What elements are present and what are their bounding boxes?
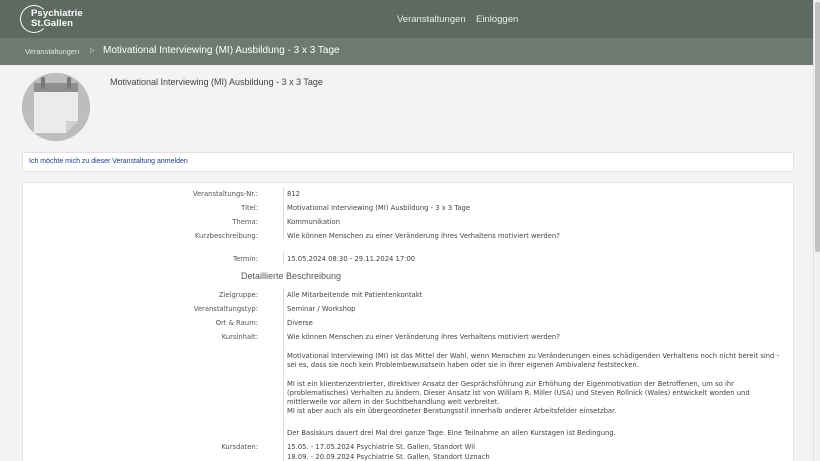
divider <box>283 187 284 239</box>
label-ort-raum: Ort & Raum: <box>215 319 258 327</box>
register-box: Ich möchte mich zu dieser Veranstaltung … <box>22 152 794 172</box>
breadcrumb: Veranstaltungen ▷ Motivational Interview… <box>0 38 813 65</box>
nav-einloggen[interactable]: Einloggen <box>476 14 518 25</box>
value-zielgruppe: Alle Mitarbeitende mit Patientenkontakt <box>287 291 423 299</box>
label-zielgruppe: Zielgruppe: <box>218 291 258 299</box>
event-title: Motivational Interviewing (MI) Ausbildun… <box>110 77 323 87</box>
nav-veranstaltungen[interactable]: Veranstaltungen <box>397 14 466 25</box>
breadcrumb-separator-icon: ▷ <box>90 47 95 54</box>
value-thema: Kommunikation <box>287 218 341 226</box>
kursdaten-item: 15.05. - 17.05.2024 Psychiatrie St. Gall… <box>287 443 476 451</box>
value-kursinhalt-paragraph: MI ist aber auch als ein übergeordneter … <box>287 407 617 415</box>
value-ort-raum: Diverse <box>287 319 313 327</box>
label-thema: Thema: <box>232 218 258 226</box>
breadcrumb-link-veranstaltungen[interactable]: Veranstaltungen <box>25 47 79 56</box>
logo-line-2: St.Gallen <box>31 18 74 29</box>
value-veranstaltungstyp: Seminar / Workshop <box>287 305 356 313</box>
value-titel: Motivational Interviewing (MI) Ausbildun… <box>287 204 471 212</box>
psychiatrie-logo[interactable]: Psychiatrie St.Gallen <box>20 5 83 35</box>
breadcrumb-current: Motivational Interviewing (MI) Ausbildun… <box>103 45 340 56</box>
value-termin: 15.05.2024 08:30 - 29.11.2024 17:00 <box>287 255 416 263</box>
label-kurzbeschreibung: Kurzbeschreibung: <box>194 232 258 240</box>
value-veranstaltungs-nr: 812 <box>287 190 300 198</box>
value-kursinhalt-intro: Wie können Menschen zu einer Veränderung… <box>287 333 560 341</box>
main-content: Motivational Interviewing (MI) Ausbildun… <box>0 65 813 461</box>
page-scrollbar[interactable] <box>813 0 820 461</box>
event-details-panel: Veranstaltungs-Nr.: 812 Titel: Motivatio… <box>22 182 794 461</box>
label-termin: Termin: <box>233 255 258 263</box>
calendar-placeholder-icon <box>22 73 90 141</box>
value-kursinhalt-paragraph: MI ist ein klientenzentrierter, direktiv… <box>287 380 750 406</box>
label-titel: Titel: <box>241 204 258 212</box>
divider <box>283 252 284 264</box>
kursdaten-item: 18.09. - 20.09.2024 Psychiatrie St. Gall… <box>287 453 490 461</box>
label-veranstaltungstyp: Veranstaltungstyp: <box>193 305 258 313</box>
divider <box>283 288 284 461</box>
label-kursinhalt: Kursinhalt: <box>221 333 258 341</box>
value-kursinhalt-paragraph: Der Basiskurs dauert drei Mal drei ganze… <box>287 429 616 437</box>
value-kurzbeschreibung: Wie können Menschen zu einer Veränderung… <box>287 232 560 240</box>
section-title: Detaillierte Beschreibung <box>241 271 342 281</box>
top-navbar: Psychiatrie St.Gallen Veranstaltungen Ei… <box>0 0 813 38</box>
register-link[interactable]: Ich möchte mich zu dieser Veranstaltung … <box>29 158 188 165</box>
value-kursinhalt-paragraph: Motivational Interviewing (MI) ist das M… <box>287 352 780 369</box>
label-kursdaten: Kursdaten: <box>221 443 258 451</box>
scrollbar-thumb[interactable] <box>815 2 820 252</box>
label-veranstaltungs-nr: Veranstaltungs-Nr.: <box>192 190 258 198</box>
